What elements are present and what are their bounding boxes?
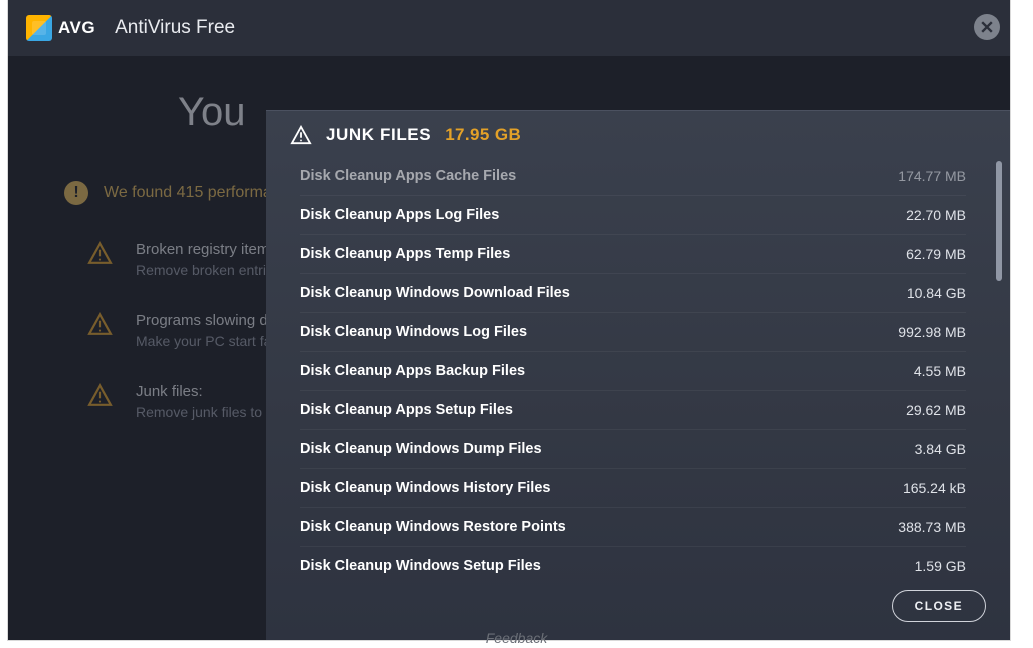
warning-triangle-icon bbox=[86, 312, 114, 336]
junk-file-row[interactable]: Disk Cleanup Windows Download Files 10.84… bbox=[300, 274, 966, 313]
junk-file-size: 388.73 MB bbox=[898, 519, 966, 535]
junk-file-name: Disk Cleanup Windows Dump Files bbox=[300, 441, 542, 457]
warning-triangle-icon bbox=[86, 241, 114, 265]
modal-header: JUNK FILES 17.95 GB bbox=[266, 111, 1010, 157]
panel-subtitle: Remove broken entrie bbox=[136, 262, 277, 278]
junk-file-name: Disk Cleanup Apps Temp Files bbox=[300, 246, 510, 262]
feedback-link[interactable]: Feedback bbox=[0, 630, 1033, 646]
junk-files-modal: JUNK FILES 17.95 GB Disk Cleanup Apps Ca… bbox=[266, 110, 1010, 640]
modal-title: JUNK FILES bbox=[326, 125, 431, 145]
brand-logo: AVG bbox=[26, 15, 95, 41]
junk-file-size: 165.24 kB bbox=[903, 480, 966, 496]
junk-file-name: Disk Cleanup Apps Cache Files bbox=[300, 168, 516, 184]
junk-file-name: Disk Cleanup Apps Backup Files bbox=[300, 363, 525, 379]
backdrop: You ! We found 415 performa Broken regis… bbox=[8, 56, 1010, 640]
junk-file-row[interactable]: Disk Cleanup Apps Setup Files 29.62 MB bbox=[300, 391, 966, 430]
junk-file-row[interactable]: Disk Cleanup Apps Temp Files 62.79 MB bbox=[300, 235, 966, 274]
titlebar: AVG AntiVirus Free bbox=[8, 0, 1010, 56]
scrollbar[interactable] bbox=[996, 157, 1002, 576]
junk-file-name: Disk Cleanup Windows Log Files bbox=[300, 324, 527, 340]
panel-subtitle: Make your PC start fa bbox=[136, 333, 276, 349]
junk-file-size: 10.84 GB bbox=[907, 285, 966, 301]
junk-file-size: 992.98 MB bbox=[898, 324, 966, 340]
junk-file-name: Disk Cleanup Apps Log Files bbox=[300, 207, 499, 223]
junk-file-row[interactable]: Disk Cleanup Windows Restore Points 388.7… bbox=[300, 508, 966, 547]
junk-files-list: Disk Cleanup Apps Cache Files174.77 MBDi… bbox=[266, 157, 992, 576]
close-button[interactable]: CLOSE bbox=[892, 590, 986, 622]
brand-short: AVG bbox=[58, 18, 95, 38]
junk-file-name: Disk Cleanup Windows Setup Files bbox=[300, 558, 541, 574]
app-window: AVG AntiVirus Free You ! We found 415 pe… bbox=[8, 0, 1010, 640]
junk-file-size: 22.70 MB bbox=[906, 207, 966, 223]
window-close-button[interactable] bbox=[974, 14, 1000, 40]
junk-file-name: Disk Cleanup Windows Restore Points bbox=[300, 519, 566, 535]
junk-file-row[interactable]: Disk Cleanup Apps Cache Files 174.77 MB bbox=[300, 157, 966, 196]
junk-file-size: 1.59 GB bbox=[915, 558, 966, 574]
junk-file-row[interactable]: Disk Cleanup Apps Backup Files 4.55 MB bbox=[300, 352, 966, 391]
junk-file-row[interactable]: Disk Cleanup Windows History Files 165.24… bbox=[300, 469, 966, 508]
junk-file-name: Disk Cleanup Apps Setup Files bbox=[300, 402, 513, 418]
junk-file-size: 4.55 MB bbox=[914, 363, 966, 379]
panel-title: Broken registry items bbox=[136, 241, 277, 258]
modal-list-container: Disk Cleanup Apps Cache Files174.77 MBDi… bbox=[266, 157, 1004, 576]
junk-file-size: 62.79 MB bbox=[906, 246, 966, 262]
junk-total-size: 17.95 GB bbox=[445, 125, 521, 145]
close-icon bbox=[981, 21, 993, 33]
app-name: AntiVirus Free bbox=[115, 17, 235, 39]
junk-file-row[interactable]: Disk Cleanup Windows Dump Files 3.84 GB bbox=[300, 430, 966, 469]
junk-file-row[interactable]: Disk Cleanup Windows Setup Files 1.59 GB bbox=[300, 547, 966, 576]
junk-file-row[interactable]: Disk Cleanup Apps Log Files 22.70 MB bbox=[300, 196, 966, 235]
junk-file-size: 29.62 MB bbox=[906, 402, 966, 418]
junk-file-name: Disk Cleanup Windows Download Files bbox=[300, 285, 570, 301]
alert-icon: ! bbox=[64, 181, 88, 205]
warning-triangle-icon bbox=[290, 125, 312, 145]
panel-title: Programs slowing do bbox=[136, 312, 276, 329]
junk-file-row[interactable]: Disk Cleanup Windows Log Files 992.98 MB bbox=[300, 313, 966, 352]
junk-file-name: Disk Cleanup Windows History Files bbox=[300, 480, 550, 496]
avg-logo-icon bbox=[26, 15, 52, 41]
warning-triangle-icon bbox=[86, 383, 114, 407]
panel-title: Junk files: bbox=[136, 383, 262, 400]
alert-text: We found 415 performa bbox=[104, 184, 272, 202]
scrollbar-thumb[interactable] bbox=[996, 161, 1002, 281]
junk-file-size: 174.77 MB bbox=[898, 168, 966, 184]
panel-subtitle: Remove junk files to bbox=[136, 404, 262, 420]
junk-file-size: 3.84 GB bbox=[915, 441, 966, 457]
